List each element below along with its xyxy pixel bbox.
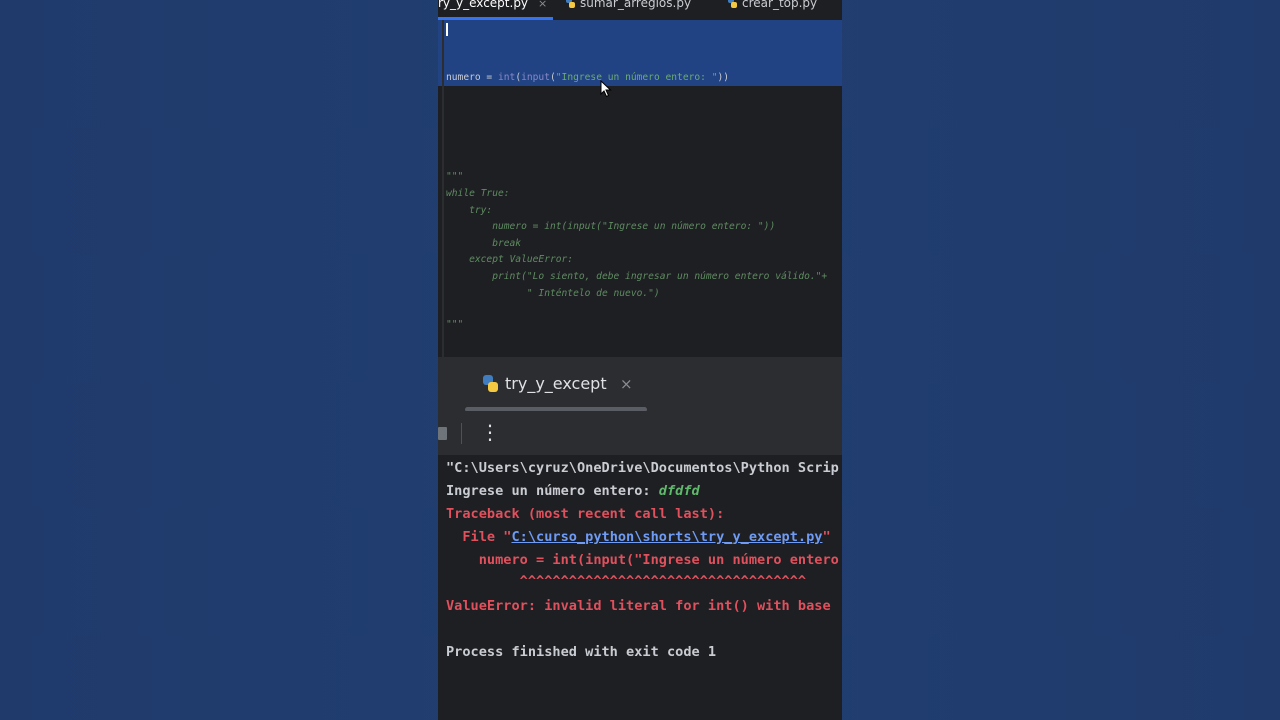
code-token: input	[521, 72, 550, 83]
file-path-link[interactable]: C:\curso_python\shorts\try_y_except.py	[511, 529, 822, 545]
docstring-line: break	[446, 238, 522, 249]
run-tab-try-y-except[interactable]: try_y_except	[482, 374, 607, 393]
python-icon	[482, 375, 499, 392]
tab-crear-top[interactable]: crear_top.py	[727, 0, 817, 16]
ide-window: ry_y_except.py × sumar_arreglos.py crear_…	[438, 0, 842, 720]
code-editor[interactable]: numero = int(input("Ingrese un número en…	[438, 20, 842, 357]
docstring-line: print("Lo siento, debe ingresar un númer…	[446, 271, 828, 282]
tab-label: crear_top.py	[742, 0, 818, 10]
docstring-line: """	[446, 171, 464, 182]
code-token: ))	[717, 72, 730, 83]
docstring-line: except ValueError:	[446, 254, 574, 265]
traceback-carets: ^^^^^^^^^^^^^^^^^^^^^^^^^^^^^^^^^^^	[446, 573, 807, 589]
process-finished-line: Process finished with exit code 1	[446, 644, 717, 660]
user-input-text: dfdfd	[658, 483, 700, 499]
run-toolbar: ⋮	[438, 411, 842, 455]
traceback-file-line: File "C:\curso_python\shorts\try_y_excep…	[446, 529, 831, 545]
console-output[interactable]: "C:\Users\cyruz\OneDrive\Documentos\Pyth…	[438, 455, 842, 720]
traceback-code-line: numero = int(input("Ingrese un número en…	[446, 552, 839, 568]
code-token: numero	[446, 72, 481, 83]
tab-sumar-arreglos[interactable]: sumar_arreglos.py	[565, 0, 691, 16]
code-line-numero: numero = int(input("Ingrese un número en…	[446, 72, 729, 84]
close-icon[interactable]: ×	[538, 0, 547, 10]
toolbar-divider	[461, 423, 462, 444]
docstring-line: " Inténtelo de nuevo.")	[446, 288, 660, 299]
docstring-line: try:	[446, 205, 493, 216]
editor-gutter	[442, 20, 444, 357]
tab-label: sumar_arreglos.py	[580, 0, 692, 10]
tab-label: ry_y_except.py	[438, 0, 529, 10]
docstring-line: """	[446, 319, 464, 330]
docstring-line: numero = int(input("Ingrese un número en…	[446, 221, 776, 232]
console-prompt-line: Ingrese un número entero: dfdfd	[446, 483, 700, 499]
traceback-header: Traceback (most recent call last):	[446, 506, 725, 522]
more-options-icon[interactable]: ⋮	[480, 422, 500, 442]
code-token: =	[480, 72, 498, 83]
code-token: int	[497, 72, 516, 83]
docstring-line: while True:	[446, 188, 510, 199]
stop-icon[interactable]	[438, 427, 447, 440]
console-command-line: "C:\Users\cyruz\OneDrive\Documentos\Pyth…	[446, 460, 839, 476]
run-panel-header: try_y_except ×	[438, 357, 842, 412]
editor-tab-bar: ry_y_except.py × sumar_arreglos.py crear_…	[438, 0, 842, 20]
python-icon	[727, 0, 738, 8]
error-message: ValueError: invalid literal for int() wi…	[446, 598, 831, 614]
prompt-text: Ingrese un número entero:	[446, 483, 659, 499]
tab-try-y-except[interactable]: ry_y_except.py ×	[438, 0, 547, 16]
code-token: "Ingrese un número entero: "	[555, 72, 718, 83]
python-icon	[565, 0, 576, 8]
text-caret	[446, 23, 448, 36]
file-prefix: File "	[446, 529, 512, 545]
file-suffix: "	[822, 529, 831, 545]
run-tab-label: try_y_except	[505, 374, 607, 393]
close-icon[interactable]: ×	[620, 375, 633, 393]
